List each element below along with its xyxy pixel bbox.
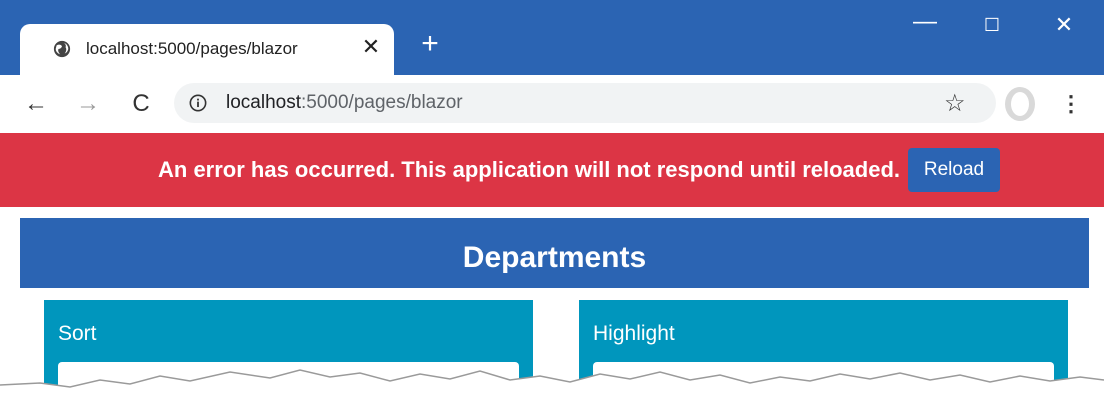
- reload-icon[interactable]: C: [125, 88, 157, 120]
- highlight-panel: Highlight: [579, 300, 1068, 402]
- close-tab-icon[interactable]: ✕: [357, 33, 385, 61]
- star-icon[interactable]: ☆: [944, 89, 966, 118]
- close-window-icon[interactable]: ✕: [1044, 10, 1084, 40]
- browser-toolbar: ← → C localhost:5000/pages/blazor ☆ ⋮: [0, 75, 1104, 133]
- menu-icon[interactable]: ⋮: [1060, 88, 1082, 120]
- sort-label: Sort: [58, 322, 97, 345]
- sort-select[interactable]: [58, 362, 519, 402]
- url-host: localhost: [226, 92, 301, 113]
- url-text: localhost:5000/pages/blazor: [226, 92, 463, 114]
- maximize-icon[interactable]: ☐: [972, 10, 1012, 40]
- highlight-label: Highlight: [593, 322, 675, 345]
- page-title: Departments: [20, 218, 1089, 288]
- sort-panel: Sort: [44, 300, 533, 402]
- browser-tab[interactable]: localhost:5000/pages/blazor ✕: [20, 24, 394, 75]
- globe-icon: [53, 40, 71, 58]
- info-icon[interactable]: [189, 94, 207, 112]
- reload-button[interactable]: Reload: [908, 148, 1000, 192]
- highlight-select[interactable]: [593, 362, 1054, 402]
- tab-title: localhost:5000/pages/blazor: [86, 39, 298, 58]
- address-bar[interactable]: localhost:5000/pages/blazor ☆: [174, 83, 996, 123]
- new-tab-icon[interactable]: +: [414, 28, 446, 60]
- minimize-icon[interactable]: —: [905, 10, 945, 40]
- forward-arrow-icon[interactable]: →: [72, 88, 104, 120]
- browser-title-bar: localhost:5000/pages/blazor ✕ + — ☐ ✕: [0, 0, 1104, 75]
- back-arrow-icon[interactable]: ←: [20, 88, 52, 120]
- error-message: An error has occurred. This application …: [158, 157, 900, 182]
- profile-avatar-icon[interactable]: [1003, 85, 1037, 123]
- error-banner: An error has occurred. This application …: [0, 133, 1104, 207]
- url-path: :5000/pages/blazor: [301, 92, 463, 113]
